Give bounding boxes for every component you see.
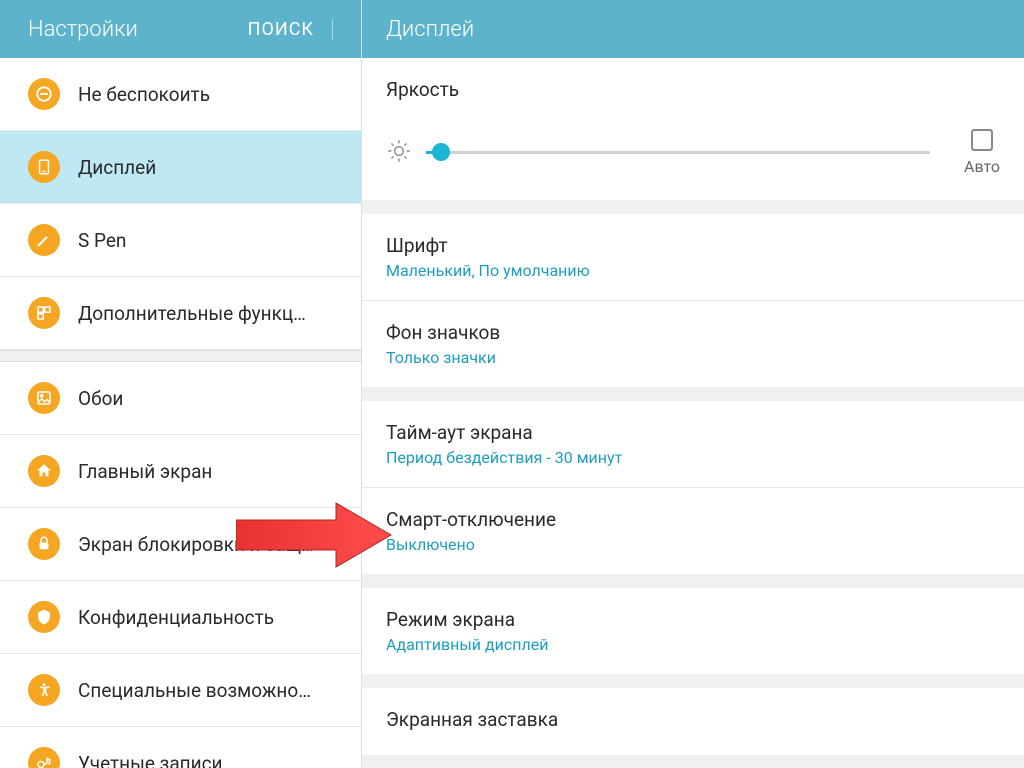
accounts-icon <box>28 747 60 768</box>
item-font[interactable]: Шрифт Маленький, По умолчанию <box>362 214 1024 301</box>
sidebar-item-spen[interactable]: S Pen <box>0 204 361 277</box>
sidebar-item-accounts[interactable]: Учетные записи <box>0 727 361 768</box>
sidebar-header: Настройки ПОИСК <box>0 0 361 58</box>
item-subtitle: Маленький, По умолчанию <box>386 261 1000 280</box>
sun-icon <box>386 138 412 168</box>
sidebar-item-accessibility[interactable]: Специальные возможно… <box>0 654 361 727</box>
item-icon-bg[interactable]: Фон значков Только значки <box>362 301 1024 387</box>
dnd-icon <box>28 78 60 110</box>
sidebar: Настройки ПОИСК Не беспокоить Дисплей <box>0 0 362 768</box>
item-title: Смарт-отключение <box>386 508 1000 531</box>
panel-timeout: Тайм-аут экрана Период бездействия - 30 … <box>362 401 1024 574</box>
main-panel: Дисплей Яркость Авто <box>362 0 1024 768</box>
sidebar-item-label: Экран блокировки и защ… <box>78 533 314 556</box>
auto-checkbox[interactable] <box>971 129 993 151</box>
sidebar-item-label: Специальные возможно… <box>78 679 311 702</box>
sidebar-item-label: S Pen <box>78 229 126 252</box>
item-screensaver[interactable]: Экранная заставка <box>362 688 1024 755</box>
accessibility-icon <box>28 674 60 706</box>
item-display-mode[interactable]: Режим экрана Адаптивный дисплей <box>362 588 1024 674</box>
auto-label: Авто <box>964 157 1000 176</box>
section-divider <box>0 350 361 362</box>
item-subtitle: Адаптивный дисплей <box>386 635 1000 654</box>
settings-title: Настройки <box>28 17 138 42</box>
item-title: Шрифт <box>386 234 1000 257</box>
sidebar-item-label: Конфиденциальность <box>78 606 274 629</box>
sidebar-item-label: Учетные записи <box>78 752 223 768</box>
panel-screensaver: Экранная заставка <box>362 688 1024 755</box>
sidebar-item-label: Обои <box>78 387 123 410</box>
sidebar-list: Не беспокоить Дисплей S Pen Дополнительн… <box>0 58 361 768</box>
item-title: Фон значков <box>386 321 1000 344</box>
home-icon <box>28 455 60 487</box>
brightness-controls: Авто <box>386 129 1000 176</box>
auto-brightness[interactable]: Авто <box>964 129 1000 176</box>
search-button[interactable]: ПОИСК <box>248 19 333 40</box>
display-icon <box>28 151 60 183</box>
sidebar-item-label: Дисплей <box>78 156 156 179</box>
item-subtitle: Только значки <box>386 348 1000 367</box>
sidebar-item-label: Дополнительные функц… <box>78 302 306 325</box>
item-title: Экранная заставка <box>386 708 1000 731</box>
item-title: Режим экрана <box>386 608 1000 631</box>
item-subtitle: Выключено <box>386 535 1000 554</box>
item-smart-stay[interactable]: Смарт-отключение Выключено <box>362 488 1024 574</box>
lock-icon <box>28 528 60 560</box>
main-title: Дисплей <box>386 17 474 42</box>
pen-icon <box>28 224 60 256</box>
sidebar-item-advanced[interactable]: Дополнительные функц… <box>0 277 361 350</box>
item-timeout[interactable]: Тайм-аут экрана Период бездействия - 30 … <box>362 401 1024 488</box>
sidebar-item-privacy[interactable]: Конфиденциальность <box>0 581 361 654</box>
brightness-slider[interactable] <box>426 151 930 154</box>
main-content: Яркость Авто Шрифт Ма <box>362 58 1024 768</box>
sidebar-item-home[interactable]: Главный экран <box>0 435 361 508</box>
privacy-icon <box>28 601 60 633</box>
sidebar-item-wallpaper[interactable]: Обои <box>0 362 361 435</box>
sidebar-item-display[interactable]: Дисплей <box>0 131 361 204</box>
item-subtitle: Период бездействия - 30 минут <box>386 448 1000 467</box>
sidebar-item-label: Не беспокоить <box>78 83 210 106</box>
advanced-icon <box>28 297 60 329</box>
sidebar-item-lockscreen[interactable]: Экран блокировки и защ… <box>0 508 361 581</box>
item-title: Тайм-аут экрана <box>386 421 1000 444</box>
panel-display-mode: Режим экрана Адаптивный дисплей <box>362 588 1024 674</box>
panel-font: Шрифт Маленький, По умолчанию Фон значко… <box>362 214 1024 387</box>
sidebar-item-dnd[interactable]: Не беспокоить <box>0 58 361 131</box>
main-header: Дисплей <box>362 0 1024 58</box>
brightness-section: Яркость Авто <box>362 58 1024 200</box>
wallpaper-icon <box>28 382 60 414</box>
sidebar-item-label: Главный экран <box>78 460 212 483</box>
brightness-title: Яркость <box>386 78 1000 101</box>
